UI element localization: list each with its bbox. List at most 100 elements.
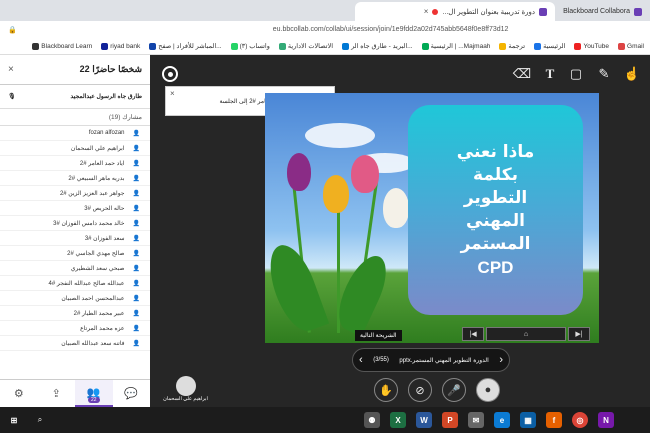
list-item[interactable]: ابراهيم علي السحمان 👤 [0, 141, 150, 156]
excel-icon[interactable]: X [390, 412, 406, 428]
moderator-row[interactable]: طارق جاه الرسول عبدالمجيد 🎙 [0, 85, 150, 109]
list-item[interactable]: خالد محمد دامس الفوزان #3 👤 [0, 216, 150, 231]
next-slide-tooltip: الشريحة التالية [355, 330, 402, 341]
bookmark-item[interactable]: (٣) واتساب [230, 42, 270, 50]
chat-icon[interactable]: 💬 [113, 380, 151, 407]
file-name: الدورة التطوير المهني المستمر.pptx [399, 357, 489, 364]
list-item[interactable]: جواهر عبد العزيز الزين #2 👤 [0, 186, 150, 201]
bookmark-item[interactable]: المباشر للأفراد | صفح... [149, 42, 222, 50]
list-item[interactable]: سعد الفوزان #3 👤 [0, 231, 150, 246]
mic-icon: 🎙 [8, 94, 16, 100]
previous-slide-icon[interactable]: ‹ [359, 354, 363, 366]
close-notification-icon[interactable]: × [170, 89, 175, 98]
bookmark-item[interactable]: Blackboard Learn [32, 42, 92, 50]
list-item[interactable]: عبدالمحسن احمد الصبيان 👤 [0, 291, 150, 306]
powerpoint-icon[interactable]: P [442, 412, 458, 428]
eraser-icon[interactable]: ⌫ [512, 64, 532, 84]
list-item[interactable]: صالح مهدي الجاسي #2 👤 [0, 246, 150, 261]
pointer-icon[interactable]: ☝ [622, 64, 642, 84]
tab-blackboard-label: Blackboard Collabora [563, 8, 630, 15]
tulip-leaf [265, 238, 330, 338]
first-slide-icon[interactable]: |◀ [462, 327, 484, 341]
participants-section-header[interactable]: مشارك (19) [0, 109, 150, 126]
firefox-icon[interactable]: f [546, 412, 562, 428]
white-tulip [383, 188, 409, 228]
bookmark-item[interactable]: الاتصالات الادارية [278, 42, 333, 50]
pink-tulip [351, 155, 379, 193]
translate-icon [499, 42, 507, 50]
search-icon[interactable]: ⌕ [32, 412, 48, 428]
last-slide-icon[interactable]: ▶| [568, 327, 590, 341]
bookmark-item[interactable]: YouTube [574, 42, 609, 50]
youtube-icon [574, 42, 582, 50]
list-item[interactable]: صبحي سعد الشطيري 👤 [0, 261, 150, 276]
settings-icon[interactable]: ⚙ [0, 380, 38, 407]
bookmark-item[interactable]: Gmail [618, 42, 644, 50]
bookmark-item[interactable]: البريد - طارق جاه الر... [342, 42, 413, 50]
people-app-icon[interactable]: ⚉ [364, 412, 380, 428]
chrome-icon[interactable]: ◎ [572, 412, 588, 428]
attendees-tab[interactable]: 👥 22 [75, 380, 113, 407]
raise-hand-icon[interactable]: ✋ [374, 378, 398, 402]
share-content-icon[interactable]: ⇪ [38, 380, 76, 407]
bookmark-item[interactable]: الرئيسية | ...Majmaah [421, 42, 490, 50]
bank-icon [101, 42, 109, 50]
list-item[interactable]: fozan alfozan 👤 [0, 126, 150, 141]
user-icon: 👤 [132, 325, 140, 332]
onenote-icon[interactable]: N [598, 412, 614, 428]
page-indicator: (3/55) [373, 357, 389, 363]
user-icon: 👤 [132, 235, 140, 242]
list-item[interactable]: بدريه ماهر السبيعي #2 👤 [0, 171, 150, 186]
attendee-badge: 22 [87, 397, 100, 403]
url-text[interactable]: eu.bbcollab.com/collab/ui/session/join/1… [273, 26, 509, 33]
user-icon: 👤 [132, 205, 140, 212]
bookmark-icon [534, 42, 542, 50]
list-item[interactable]: حاله الحريص #3 👤 [0, 201, 150, 216]
shape-icon[interactable]: ▢ [566, 64, 586, 84]
user-icon: 👤 [132, 280, 140, 287]
camera-off-icon[interactable]: ⊘ [408, 378, 432, 402]
address-bar[interactable]: 🔒 eu.bbcollab.com/collab/ui/session/join… [0, 21, 650, 38]
pen-icon[interactable]: ✎ [594, 64, 614, 84]
mail-icon[interactable]: ✉ [468, 412, 484, 428]
status-avatar-icon[interactable]: ● [476, 378, 500, 402]
bookmark-item[interactable]: riyad bank [101, 42, 140, 50]
self-video-tile: ابراهيم علي السحمان [158, 374, 213, 406]
user-icon: 👤 [132, 295, 140, 302]
bookmark-item[interactable]: الرئيسية [534, 42, 565, 50]
tab-blackboard[interactable]: Blackboard Collabora [555, 2, 650, 21]
home-slide-icon[interactable]: ⌂ [486, 327, 566, 341]
bookmarks-bar: Gmail YouTube الرئيسية ترجمة الرئيسية | … [0, 38, 650, 55]
text-icon[interactable]: T [540, 64, 560, 84]
course-favicon-icon [539, 7, 548, 16]
list-item[interactable]: عزه محمد المرتاع 👤 [0, 321, 150, 336]
bookmark-icon [149, 42, 157, 50]
list-item[interactable]: عبير محمد الطيار #2 👤 [0, 306, 150, 321]
user-icon: 👤 [132, 265, 140, 272]
store-icon[interactable]: ▦ [520, 412, 536, 428]
close-tab-icon[interactable]: × [424, 7, 429, 16]
close-panel-icon[interactable]: × [8, 64, 14, 75]
bookmark-item[interactable]: ترجمة [499, 42, 525, 50]
list-item[interactable]: اياد حمد العامر #2 👤 [0, 156, 150, 171]
list-item[interactable]: فاتنه سعد عبدالله الصبيان 👤 [0, 336, 150, 351]
list-item[interactable]: عبدالله صالح عبدالله النفجر #4 👤 [0, 276, 150, 291]
cloud [305, 123, 375, 148]
self-name: ابراهيم علي السحمان [163, 396, 208, 402]
word-icon[interactable]: W [416, 412, 432, 428]
microphone-icon[interactable]: 🎤 [442, 378, 466, 402]
next-slide-icon[interactable]: › [499, 354, 503, 366]
user-icon: 👤 [132, 220, 140, 227]
attendees-panel: × 22 شخصًا حاضرًا طارق جاه الرسول عبدالم… [0, 55, 150, 407]
tab-course[interactable]: دورة تدريبية بعنوان التطوير ال... × [355, 2, 556, 21]
panel-header: × 22 شخصًا حاضرًا [0, 55, 150, 85]
whatsapp-icon [230, 42, 238, 50]
attendee-count-title: 22 شخصًا حاضرًا [79, 64, 142, 74]
session-menu-button[interactable] [162, 66, 178, 82]
session-controls: ✋ ⊘ 🎤 ● [374, 378, 500, 402]
slide-playback-controls: |◀ ⌂ ▶| [462, 327, 592, 341]
windows-start-icon[interactable]: ⊞ [6, 412, 22, 428]
gmail-icon [618, 42, 626, 50]
slide-text-line: ماذا نعني [456, 142, 535, 162]
edge-icon[interactable]: e [494, 412, 510, 428]
